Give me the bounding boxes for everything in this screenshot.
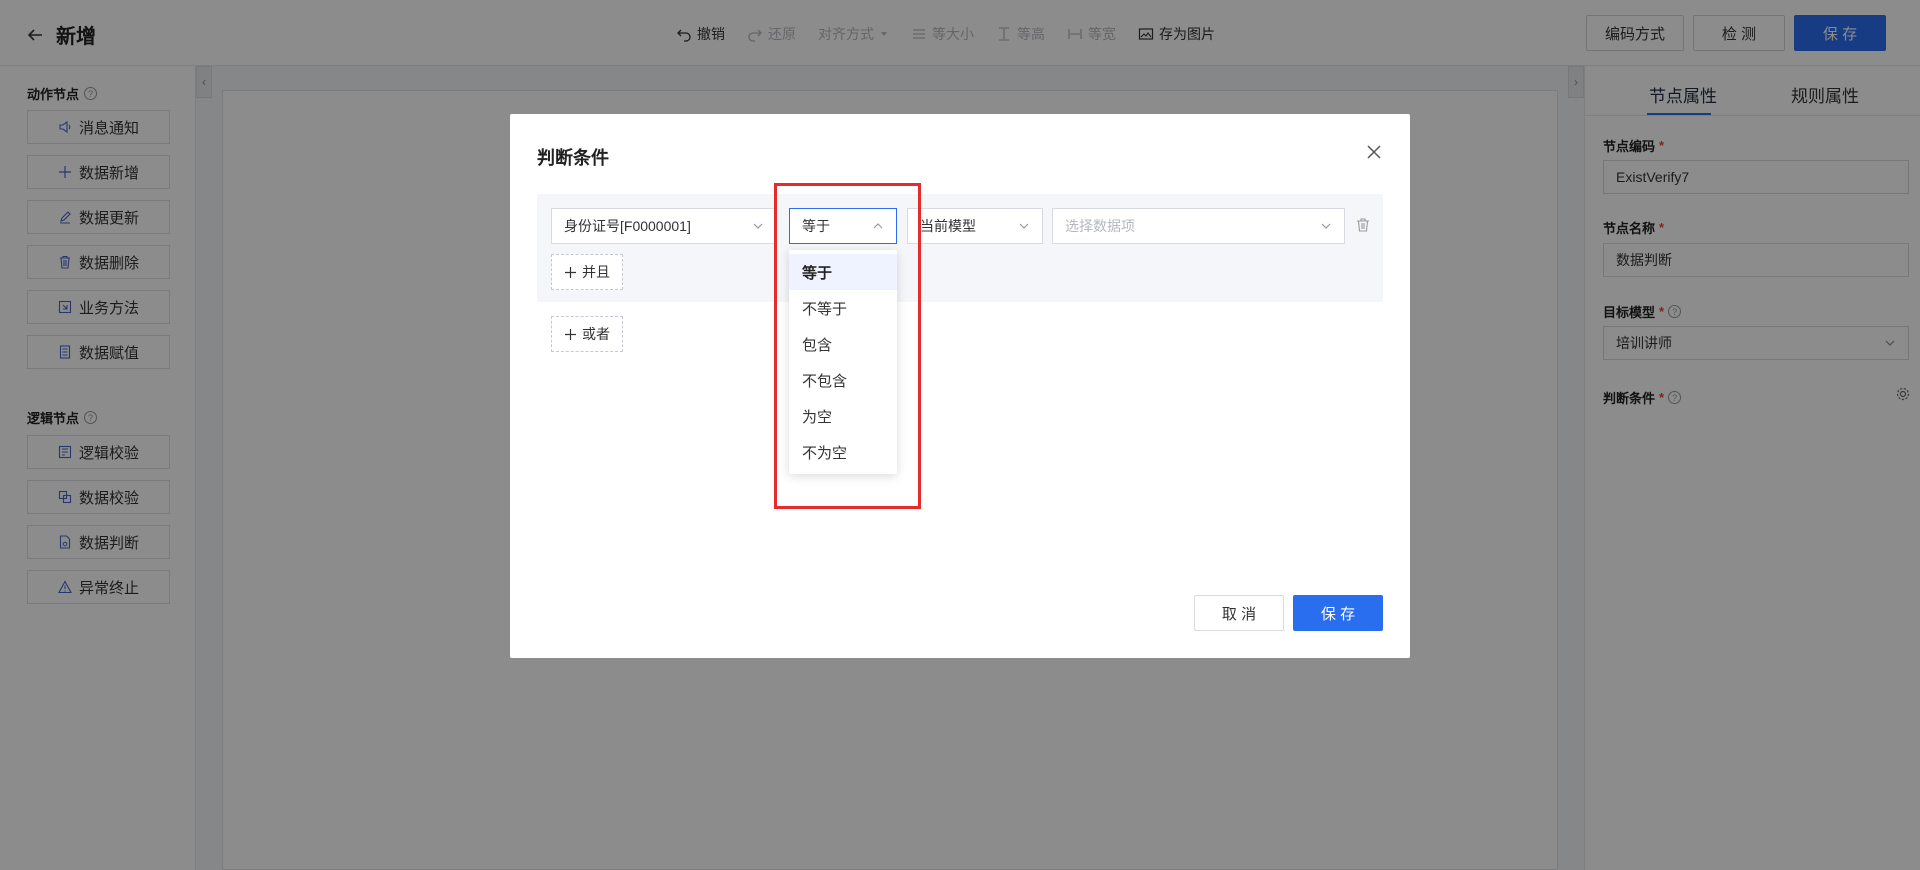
plus-icon — [565, 328, 576, 340]
cancel-button[interactable]: 取 消 — [1194, 595, 1284, 631]
value-select[interactable]: 选择数据项 — [1052, 208, 1345, 244]
highlight-annotation-box — [774, 183, 921, 509]
condition-dialog: 判断条件 身份证号[F0000001] 等于 当前模型 选择数据项 并且 或者 … — [510, 114, 1410, 658]
add-and-button[interactable]: 并且 — [551, 254, 623, 290]
field-select[interactable]: 身份证号[F0000001] — [551, 208, 777, 244]
chevron-down-icon — [1019, 223, 1029, 229]
chevron-down-icon — [1321, 223, 1331, 229]
delete-condition-icon[interactable] — [1355, 217, 1371, 233]
close-icon[interactable] — [1366, 144, 1382, 160]
dialog-save-button[interactable]: 保 存 — [1293, 595, 1383, 631]
condition-group: 身份证号[F0000001] 等于 当前模型 选择数据项 并且 — [537, 194, 1383, 302]
plus-icon — [565, 266, 576, 278]
add-or-button[interactable]: 或者 — [551, 316, 623, 352]
chevron-down-icon — [753, 223, 763, 229]
source-select[interactable]: 当前模型 — [907, 208, 1043, 244]
dialog-title: 判断条件 — [537, 148, 609, 168]
